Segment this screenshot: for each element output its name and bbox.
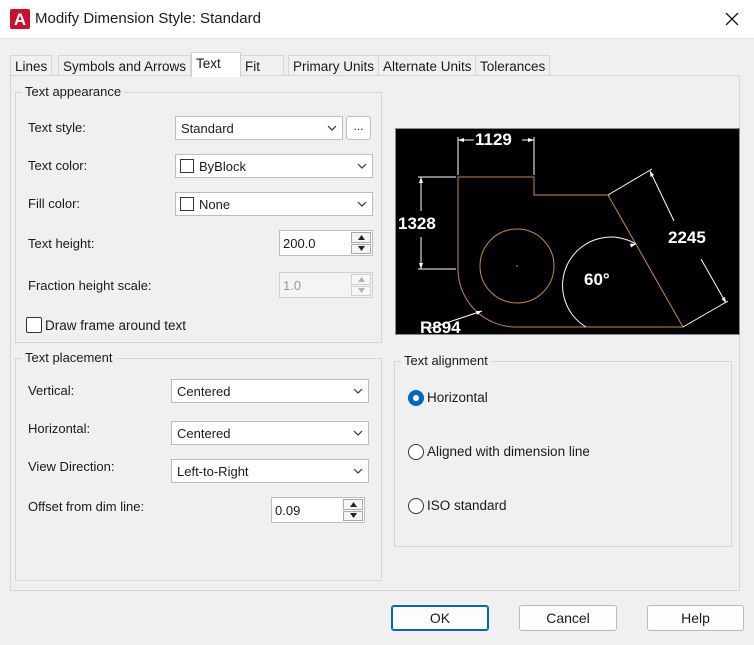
vertical-value: Centered (177, 383, 231, 399)
view-direction-value: Left-to-Right (177, 463, 249, 479)
horizontal-label: Horizontal: (28, 421, 91, 436)
preview-dim-angle: 60° (584, 270, 610, 289)
text-placement-group: Text placement Vertical: Centered Horizo… (15, 350, 382, 581)
fraction-height-scale-label: Fraction height scale: (28, 278, 152, 293)
chevron-down-icon (352, 163, 372, 169)
tab-tolerances[interactable]: Tolerances (475, 55, 551, 76)
fill-color-value: None (199, 196, 231, 212)
text-style-browse-button[interactable]: ... (346, 116, 371, 140)
preview-outline (457, 176, 684, 328)
chevron-down-icon (348, 430, 368, 436)
horizontal-radio[interactable] (408, 390, 424, 406)
color-swatch-icon (180, 159, 194, 173)
text-alignment-group: Text alignment Horizontal Aligned with d… (394, 353, 732, 547)
close-icon (725, 12, 739, 26)
view-direction-label: View Direction: (28, 459, 115, 474)
tab-symbols-and-arrows[interactable]: Symbols and Arrows (58, 55, 192, 76)
spin-up-icon (351, 274, 371, 285)
offset-label: Offset from dim line: (28, 499, 145, 514)
horizontal-dropdown[interactable]: Centered (171, 421, 369, 445)
view-direction-dropdown[interactable]: Left-to-Right (171, 459, 369, 483)
tab-alternate-units[interactable]: Alternate Units (378, 55, 477, 76)
dimension-preview: 1129 1328 2245 60° R894 (395, 128, 740, 337)
spin-down-icon[interactable] (351, 243, 371, 254)
close-button[interactable] (718, 6, 746, 32)
spin-up-icon[interactable] (343, 499, 363, 510)
tab-panel-text: Text appearance Text style: Standard ...… (10, 75, 740, 591)
spin-down-icon (351, 285, 371, 296)
fraction-height-scale-spinner: 1.0 (279, 272, 373, 298)
color-swatch-icon (180, 197, 194, 211)
preview-dim-right: 2245 (668, 228, 706, 247)
text-style-dropdown[interactable]: Standard (175, 116, 343, 140)
iso-standard-radio[interactable] (408, 498, 424, 514)
vertical-label: Vertical: (28, 383, 75, 398)
fill-color-dropdown[interactable]: None (175, 192, 373, 216)
tab-text[interactable]: Text (191, 52, 241, 77)
text-style-value: Standard (181, 120, 234, 136)
ok-button[interactable]: OK (391, 605, 489, 631)
aligned-radio[interactable] (408, 444, 424, 460)
help-button[interactable]: Help (647, 605, 744, 631)
window-title: Modify Dimension Style: Standard (35, 10, 261, 27)
offset-spinner[interactable]: 0.09 (271, 497, 365, 523)
tab-fit[interactable]: Fit (240, 55, 284, 76)
preview-dim-top: 1129 (475, 130, 512, 149)
tab-strip: Lines Symbols and Arrows Text Fit Primar… (10, 52, 551, 77)
fraction-height-scale-value: 1.0 (283, 278, 302, 293)
group-title: Text placement (22, 350, 116, 365)
text-appearance-group: Text appearance Text style: Standard ...… (15, 84, 382, 343)
chevron-down-icon (322, 125, 342, 131)
text-height-label: Text height: (28, 236, 95, 251)
text-color-value: ByBlock (199, 158, 246, 174)
title-bar: A Modify Dimension Style: Standard (0, 0, 754, 38)
spin-up-icon[interactable] (351, 232, 371, 243)
text-color-label: Text color: (28, 158, 88, 173)
text-height-value: 200.0 (283, 236, 316, 251)
chevron-down-icon (348, 468, 368, 474)
text-style-label: Text style: (28, 120, 86, 135)
preview-dim-left: 1328 (398, 214, 436, 233)
iso-standard-radio-label[interactable]: ISO standard (427, 498, 507, 513)
vertical-dropdown[interactable]: Centered (171, 379, 369, 403)
cancel-button[interactable]: Cancel (519, 605, 617, 631)
preview-drawing: 1129 1328 2245 60° R894 (398, 130, 729, 337)
aligned-radio-label[interactable]: Aligned with dimension line (427, 444, 590, 459)
chevron-down-icon (348, 388, 368, 394)
preview-center-mark (516, 265, 518, 267)
group-title: Text appearance (22, 84, 125, 99)
svg-text:A: A (14, 10, 26, 29)
dialog-client-area: Lines Symbols and Arrows Text Fit Primar… (0, 38, 754, 645)
chevron-down-icon (352, 201, 372, 207)
offset-value: 0.09 (275, 503, 301, 518)
autocad-logo-icon: A (10, 9, 30, 29)
text-height-spinner[interactable]: 200.0 (279, 230, 373, 256)
horizontal-radio-label[interactable]: Horizontal (427, 390, 488, 405)
preview-dim-radius: R894 (420, 318, 461, 334)
tab-primary-units[interactable]: Primary Units (288, 55, 380, 76)
horizontal-value: Centered (177, 425, 231, 441)
fill-color-label: Fill color: (28, 196, 81, 211)
group-title: Text alignment (401, 353, 491, 368)
text-color-dropdown[interactable]: ByBlock (175, 154, 373, 178)
draw-frame-label[interactable]: Draw frame around text (45, 318, 186, 333)
tab-lines[interactable]: Lines (10, 55, 53, 76)
draw-frame-checkbox[interactable] (26, 317, 42, 333)
spin-down-icon[interactable] (343, 510, 363, 521)
